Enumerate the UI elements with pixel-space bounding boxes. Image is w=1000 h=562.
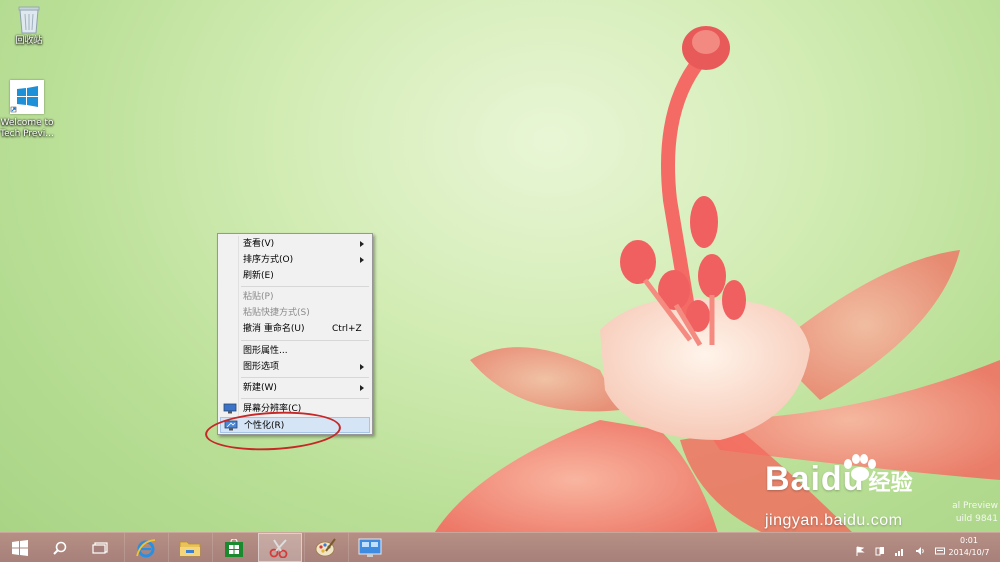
taskbar: 0:01 2014/10/7: [0, 532, 1000, 562]
task-view-button[interactable]: [80, 533, 120, 562]
volume-icon[interactable]: [915, 541, 925, 555]
clock-date: 2014/10/7: [948, 548, 990, 557]
baidu-watermark: Baidu 经验 jingyan.baidu.com: [765, 454, 912, 529]
menu-separator: [241, 286, 369, 287]
keyboard-icon[interactable]: [935, 541, 945, 555]
windows-tile-icon: [10, 80, 44, 114]
submenu-arrow-icon: [360, 364, 364, 370]
recycle-bin-icon: [18, 4, 40, 34]
screen-resolution-icon: [223, 403, 237, 414]
ie-button[interactable]: [124, 533, 167, 562]
recycle-bin-desktop-icon[interactable]: 回收站: [0, 4, 58, 47]
signal-icon[interactable]: [894, 541, 905, 556]
welcome-desktop-icon[interactable]: Welcome to Tech Previ...: [0, 80, 56, 140]
menu-separator: [241, 340, 369, 341]
submenu-arrow-icon: [360, 241, 364, 247]
build-watermark: al Preview uild 9841: [952, 501, 998, 524]
recycle-bin-label: 回收站: [15, 36, 43, 46]
desktop-context-menu: 查看(V) 排序方式(O) 刷新(E) 粘贴(P) 粘贴快捷方式(S) 撤消 重…: [217, 233, 373, 435]
menu-item-new[interactable]: 新建(W): [220, 380, 370, 396]
search-icon: [53, 541, 67, 555]
submenu-arrow-icon: [360, 385, 364, 391]
menu-separator: [241, 377, 369, 378]
snipping-tool-button[interactable]: [258, 533, 302, 562]
taskbar-clock[interactable]: 0:01 2014/10/7: [946, 535, 992, 559]
menu-item-screen-resolution[interactable]: 屏幕分辨率(C): [220, 401, 370, 417]
store-button[interactable]: [212, 533, 255, 562]
flag-icon[interactable]: [855, 541, 865, 556]
menu-item-view[interactable]: 查看(V): [220, 236, 370, 252]
task-view-icon: [92, 541, 108, 554]
shortcut-label: Ctrl+Z: [332, 324, 362, 334]
paw-icon: [844, 454, 876, 481]
paint-palette-icon: [315, 537, 336, 556]
menu-item-undo-rename[interactable]: 撤消 重命名(U) Ctrl+Z: [220, 321, 370, 337]
network-icon[interactable]: [875, 541, 885, 556]
clock-time: 0:01: [960, 536, 978, 545]
personalize-icon: [224, 420, 238, 431]
paint-button[interactable]: [304, 533, 347, 562]
menu-item-paste-shortcut[interactable]: 粘贴快捷方式(S): [220, 305, 370, 321]
welcome-label: Welcome to Tech Previ...: [0, 118, 54, 139]
submenu-arrow-icon: [360, 257, 364, 263]
start-button[interactable]: [0, 533, 40, 562]
remote-desktop-button[interactable]: [348, 533, 391, 562]
menu-item-refresh[interactable]: 刷新(E): [220, 268, 370, 284]
menu-item-paste[interactable]: 粘贴(P): [220, 289, 370, 305]
store-icon: [225, 538, 243, 557]
menu-item-personalize[interactable]: 个性化(R): [220, 417, 370, 433]
system-tray: [850, 541, 945, 556]
folder-icon: [179, 541, 201, 556]
menu-separator: [241, 398, 369, 399]
windows-logo-icon: [12, 539, 28, 556]
wallpaper-flower: [434, 26, 1000, 532]
search-button[interactable]: [40, 533, 80, 562]
file-explorer-button[interactable]: [168, 533, 211, 562]
remote-desktop-icon: [358, 538, 382, 557]
scissors-icon: [269, 538, 288, 558]
menu-item-graphics-options[interactable]: 图形选项: [220, 359, 370, 375]
menu-item-graphics-properties[interactable]: 图形属性...: [220, 343, 370, 359]
internet-explorer-icon: [136, 538, 156, 557]
menu-item-sort-by[interactable]: 排序方式(O): [220, 252, 370, 268]
